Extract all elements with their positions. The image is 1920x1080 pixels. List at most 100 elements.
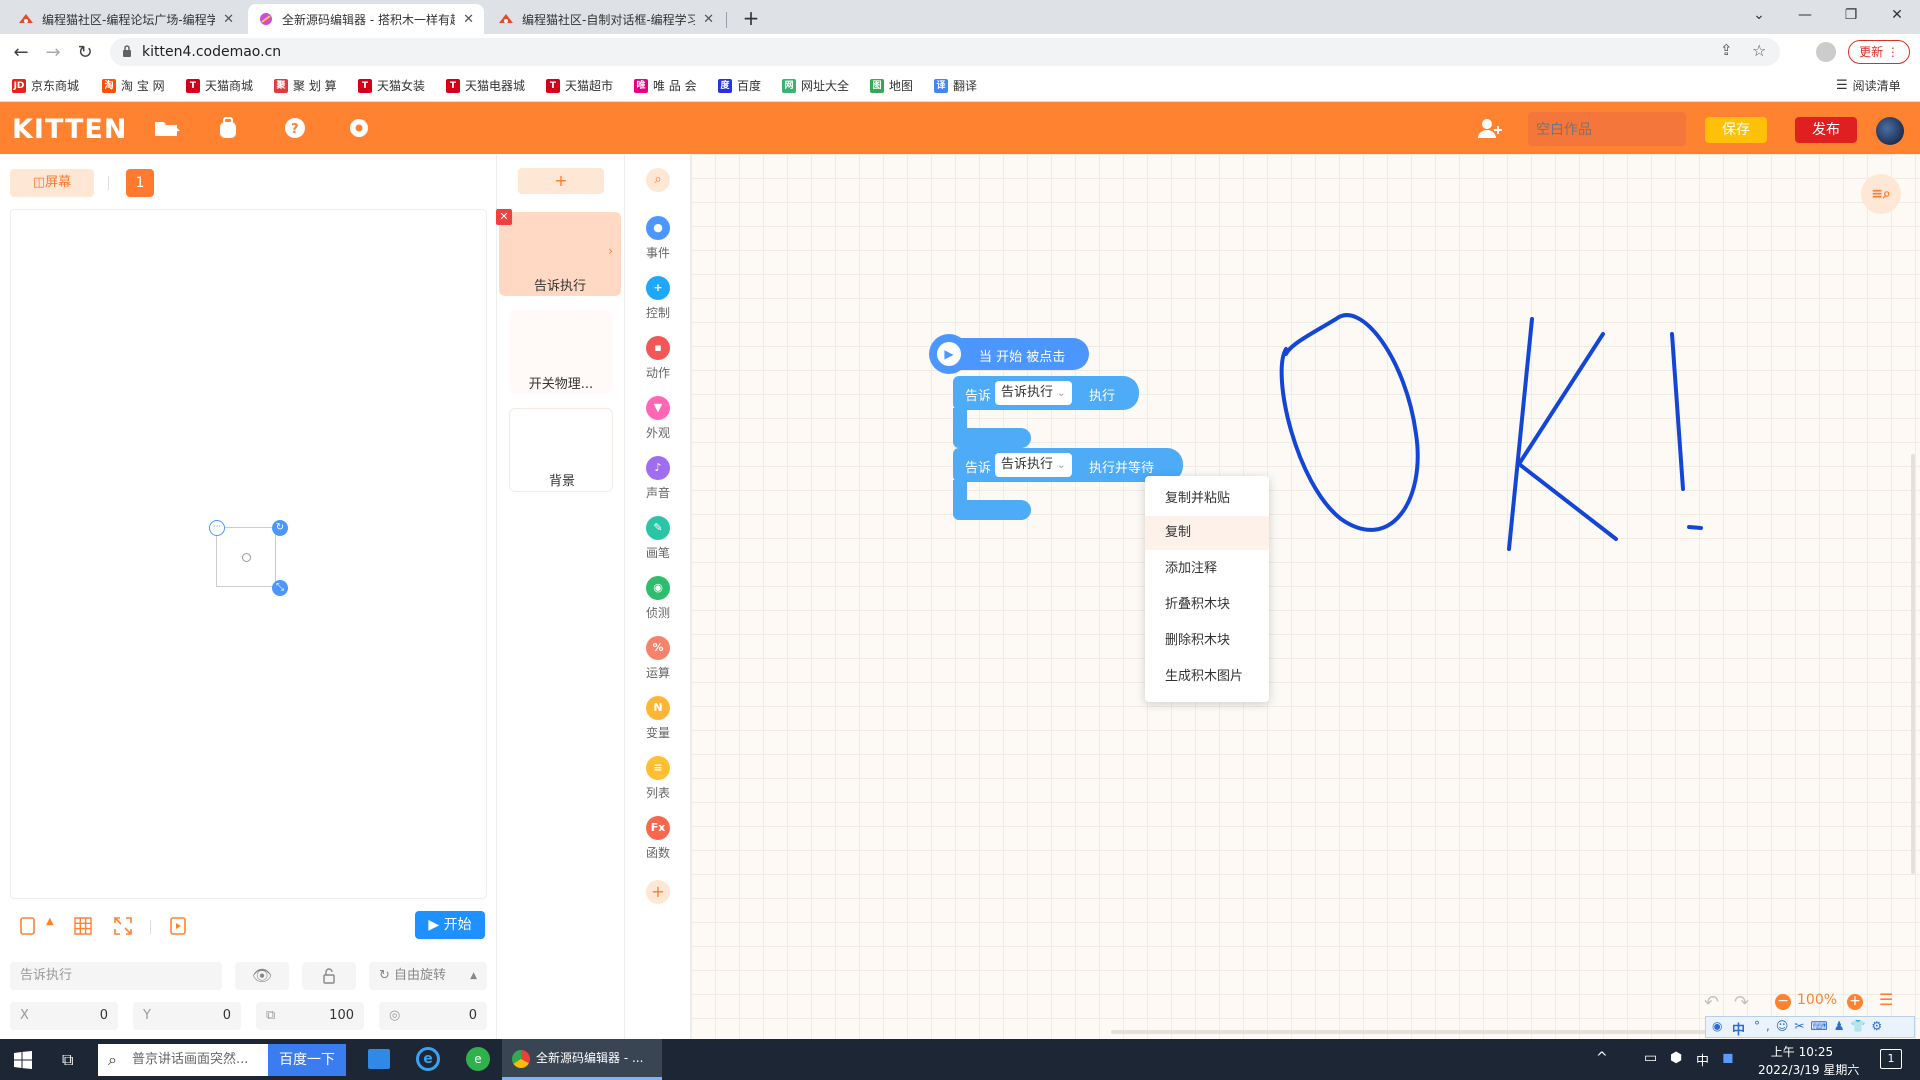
bookmark-tmall-women[interactable]: T 天猫女装 (358, 77, 425, 94)
visibility-eye-icon[interactable]: 👁 (235, 962, 289, 990)
bookmark-tmall-electric[interactable]: T 天猫电器城 (446, 77, 525, 94)
target-dropdown[interactable]: 告诉执行 ⌄ (995, 381, 1072, 405)
publish-button[interactable]: 发布 (1795, 117, 1857, 143)
taskbar-chrome-task[interactable]: 全新源码编辑器 - ... (502, 1039, 662, 1080)
bookmark-taobao[interactable]: 淘淘 宝 网 (102, 77, 165, 94)
redo-icon[interactable]: ↷ (1734, 992, 1749, 1013)
taskbar-search-input[interactable]: ⌕ 普京讲话画面突然... (98, 1044, 268, 1076)
close-window-button[interactable]: ✕ (1874, 0, 1920, 30)
notification-center-icon[interactable]: 1 (1880, 1049, 1902, 1069)
direction-field[interactable]: ◎ 0 (379, 1002, 487, 1030)
bookmark-tmall[interactable]: T 天猫商城 (186, 77, 253, 94)
fullscreen-button[interactable]: ◫屏幕 (10, 169, 94, 197)
new-tab-button[interactable]: + (738, 6, 764, 32)
ie-browser-icon[interactable]: e (416, 1047, 440, 1071)
tray-expand-icon[interactable]: ^ (1596, 1050, 1608, 1066)
start-button[interactable]: ▶ 开始 (415, 911, 485, 939)
undo-icon[interactable]: ↶ (1704, 992, 1719, 1013)
zoom-out-icon[interactable]: − (1775, 994, 1791, 1010)
profile-icon[interactable] (1816, 42, 1836, 62)
maximize-button[interactable]: ❐ (1828, 0, 1874, 30)
minimize-button[interactable]: — (1782, 0, 1828, 30)
category-motion[interactable]: ▪ 动作 (625, 336, 691, 381)
category-sound[interactable]: ♪ 声音 (625, 456, 691, 501)
reading-list[interactable]: ☰ 阅读清单 (1836, 77, 1901, 94)
tab-close-icon[interactable]: ✕ (703, 12, 714, 27)
bookmark-hao123[interactable]: 网网址大全 (782, 77, 849, 94)
add-collaborator-icon[interactable] (1476, 114, 1504, 142)
360-browser-icon[interactable]: e (466, 1047, 490, 1071)
category-looks[interactable]: ▼ 外观 (625, 396, 691, 441)
unlock-icon[interactable] (302, 962, 356, 990)
category-function[interactable]: Fx 函数 (625, 816, 691, 861)
sprite-name-field[interactable]: 告诉执行 (10, 962, 222, 990)
target-dropdown[interactable]: 告诉执行 ⌄ (995, 453, 1072, 477)
task-view-icon[interactable]: ⧉ (62, 1050, 73, 1070)
chevron-right-icon[interactable]: › (608, 244, 613, 258)
category-list[interactable]: ≡ 列表 (625, 756, 691, 801)
baidu-search-button[interactable]: 百度一下 (268, 1044, 346, 1076)
rotate-handle-icon[interactable]: ↻ (272, 520, 288, 536)
screen-size-icon[interactable] (18, 916, 38, 936)
bookmark-juhuasuan[interactable]: 聚聚 划 算 (274, 77, 337, 94)
x-position-field[interactable]: X0 (10, 1002, 118, 1030)
expand-icon[interactable] (113, 916, 133, 936)
forward-icon[interactable]: → (40, 40, 66, 66)
vertical-scrollbar[interactable] (1911, 454, 1915, 874)
code-workspace[interactable]: ≡⌕ ▶ 当 开始 被点击 告诉 告诉执行 ⌄ 执行 告诉 告诉执行 ⌄ 执行并… (691, 154, 1920, 1039)
menu-collapse-block[interactable]: 折叠积木块 (1145, 588, 1269, 622)
help-icon[interactable]: ? (282, 114, 310, 142)
tab-kitten-editor[interactable]: 全新源码编辑器 - 搭积木一样有趣 ✕ (248, 4, 484, 34)
add-extension-icon[interactable]: + (646, 880, 670, 904)
when-start-clicked-block[interactable]: ▶ 当 开始 被点击 (929, 334, 1089, 374)
menu-duplicate-paste[interactable]: 复制并粘贴 (1145, 482, 1269, 516)
add-sprite-button[interactable]: + (518, 168, 604, 194)
bookmark-translate[interactable]: 译翻译 (934, 77, 977, 94)
tray-ime-indicator[interactable]: 中 (1696, 1050, 1709, 1069)
grid-icon[interactable] (73, 916, 93, 936)
reload-icon[interactable]: ↻ (72, 40, 98, 66)
back-icon[interactable]: ← (8, 40, 34, 66)
tab-search-icon[interactable]: ⌄ (1736, 0, 1782, 30)
background-card[interactable]: 背景 (509, 408, 613, 492)
settings-gear-icon[interactable] (346, 114, 374, 142)
address-bar[interactable]: kitten4.codemao.cn ☆ ⇪ (110, 38, 1780, 66)
ime-toolbar[interactable]: ◉ 中 °,☺✂⌨♟👕⚙ (1705, 1016, 1915, 1038)
tray-app-icon[interactable]: ◼ (1722, 1050, 1734, 1066)
bookmark-vip[interactable]: 唯唯 品 会 (634, 77, 697, 94)
screen-page-badge[interactable]: 1 (126, 169, 154, 197)
folder-icon[interactable] (153, 114, 181, 142)
windows-start-icon[interactable] (14, 1051, 32, 1069)
menu-export-block-image[interactable]: 生成积木图片 (1145, 660, 1269, 694)
y-position-field[interactable]: Y0 (133, 1002, 241, 1030)
align-blocks-icon[interactable]: ☰ (1879, 990, 1893, 1009)
delete-sprite-icon[interactable]: ✕ (496, 209, 512, 225)
stage-canvas[interactable]: ··· ↻ ⤡ (10, 209, 487, 899)
bookmark-jd[interactable]: JD 京东商城 (12, 77, 79, 94)
update-button[interactable]: 更新 ⋮ (1848, 40, 1910, 64)
project-name-input[interactable] (1528, 112, 1686, 146)
tab-community-forum[interactable]: 编程猫社区-编程论坛广场-编程学 ✕ (8, 4, 244, 34)
menu-delete-block[interactable]: 删除积木块 (1145, 624, 1269, 658)
category-control[interactable]: + 控制 (625, 276, 691, 321)
rotation-mode-select[interactable]: ↻ 自由旋转 ▲ (369, 962, 487, 990)
workspace-search-icon[interactable]: ≡⌕ (1861, 174, 1901, 214)
bookmark-baidu[interactable]: 度百度 (718, 77, 761, 94)
tab-community-dialog[interactable]: 编程猫社区-自制对话框-编程学习 ✕ (488, 4, 724, 34)
network-icon[interactable]: ▭ (1644, 1050, 1657, 1066)
category-variable[interactable]: N 变量 (625, 696, 691, 741)
category-event[interactable]: ● 事件 (625, 216, 691, 261)
menu-copy[interactable]: 复制 (1145, 516, 1269, 550)
bookmark-map[interactable]: 图地图 (870, 77, 913, 94)
bookmark-tmall-market[interactable]: T 天猫超市 (546, 77, 613, 94)
menu-add-comment[interactable]: 添加注释 (1145, 552, 1269, 586)
category-pen[interactable]: ✎ 画笔 (625, 516, 691, 561)
search-blocks-icon[interactable]: ⌕ (646, 168, 670, 192)
mail-app-icon[interactable] (368, 1049, 390, 1069)
category-operator[interactable]: % 运算 (625, 636, 691, 681)
size-field[interactable]: ⧉ 100 (256, 1002, 364, 1030)
backpack-icon[interactable] (214, 114, 242, 142)
bookmark-star-icon[interactable]: ☆ (1752, 41, 1766, 60)
clock-date[interactable]: 2022/3/19 星期六 (1758, 1061, 1859, 1078)
save-button[interactable]: 保存 (1705, 117, 1767, 143)
